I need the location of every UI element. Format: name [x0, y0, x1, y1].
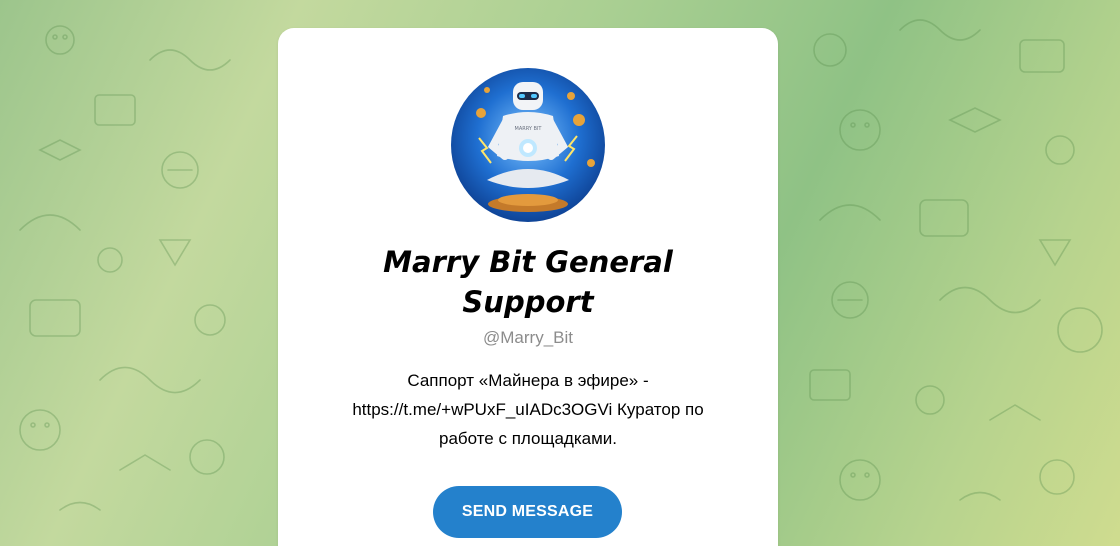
avatar-logo-text: MARRY BIT [515, 126, 543, 132]
send-message-button[interactable]: SEND MESSAGE [433, 486, 622, 538]
profile-description: Саппорт «Майнера в эфире» - https://t.me… [352, 371, 704, 448]
profile-username: @Marry_Bit [483, 328, 573, 347]
robot-avatar-icon: MARRY BIT [451, 68, 605, 222]
profile-card: MARRY BIT Marry Bit General Support @Mar… [278, 28, 778, 546]
profile-name: Marry Bit General Support [383, 245, 673, 319]
